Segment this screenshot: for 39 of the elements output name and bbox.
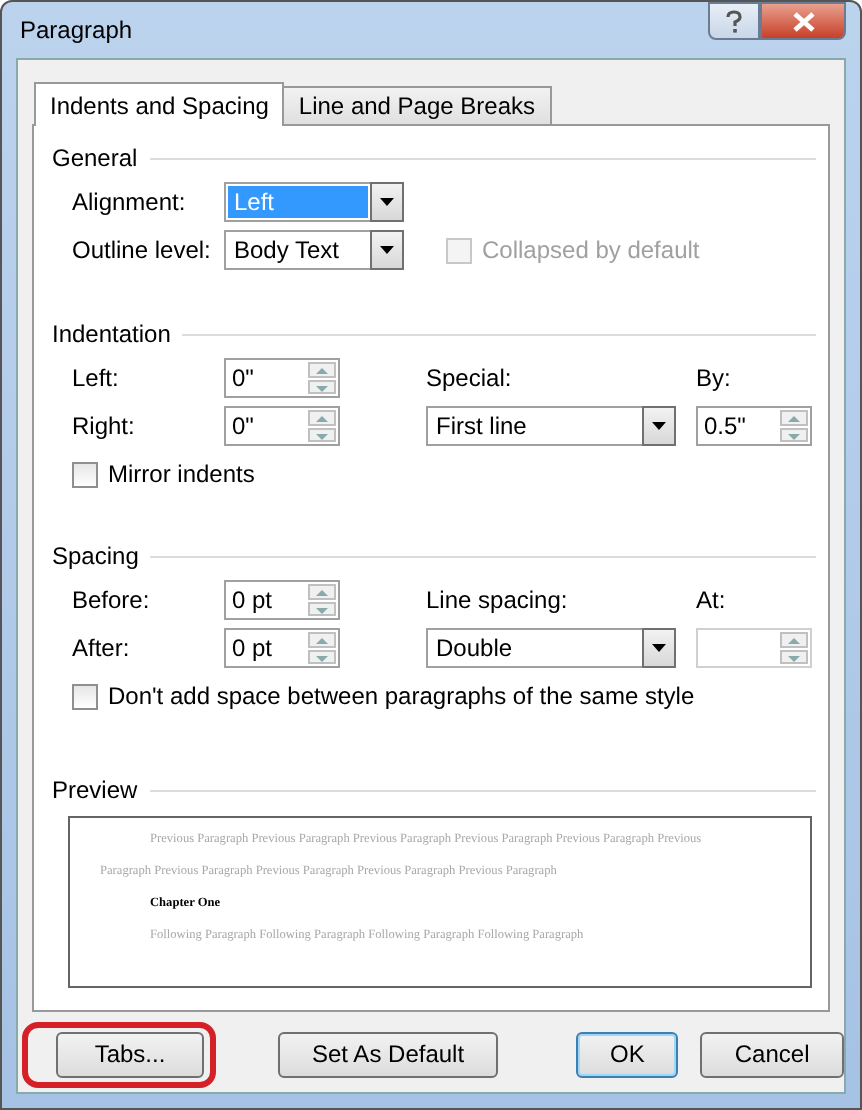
section-heading: Spacing	[52, 542, 139, 570]
dialog-button[interactable]: Tabs...	[56, 1031, 204, 1077]
field-label: By:	[696, 364, 733, 392]
section-heading: General	[52, 144, 138, 172]
tab[interactable]: Indents and Spacing	[34, 82, 285, 126]
special-dropdown[interactable]: First line	[426, 406, 676, 446]
field-label: Right:	[72, 412, 137, 440]
close-button[interactable]	[760, 2, 846, 40]
help-icon	[724, 9, 744, 33]
window-title: Paragraph	[18, 16, 133, 44]
dialog-button[interactable]: Cancel	[700, 1031, 844, 1077]
field-label: After:	[72, 634, 132, 662]
help-button[interactable]	[708, 2, 760, 40]
field-label: Before:	[72, 586, 152, 614]
caret-icon	[652, 644, 666, 652]
line-spacing-dropdown[interactable]: Double	[426, 628, 676, 668]
field-label: Alignment:	[72, 188, 188, 216]
caret-icon	[380, 246, 394, 254]
caret-icon	[652, 422, 666, 430]
caret-icon	[380, 198, 394, 206]
field-label: Special:	[426, 364, 514, 392]
spin-field[interactable]: 0"	[224, 358, 340, 398]
checkbox[interactable]: Don't add space between paragraphs of the same style	[72, 682, 812, 710]
field-label: At:	[696, 586, 728, 614]
tab[interactable]: Line and Page Breaks	[282, 86, 552, 124]
section-heading: Preview	[52, 776, 138, 804]
spin-field[interactable]: 0 pt	[224, 580, 340, 620]
checkbox[interactable]: Mirror indents	[72, 460, 812, 488]
close-icon	[791, 11, 815, 31]
field-label: Line spacing:	[426, 586, 570, 614]
dialog-button[interactable]: Set As Default	[278, 1031, 499, 1077]
dialog-button[interactable]: OK	[576, 1031, 679, 1077]
spin-field[interactable]: 0.5"	[696, 406, 812, 446]
spin-field[interactable]: 0 pt	[224, 628, 340, 668]
spin-field[interactable]: 0"	[224, 406, 340, 446]
section-heading: Indentation	[52, 320, 171, 348]
outline-level-dropdown[interactable]: Body Text	[224, 230, 404, 270]
field-label: Outline level:	[72, 236, 213, 264]
field-label: Left:	[72, 364, 121, 392]
